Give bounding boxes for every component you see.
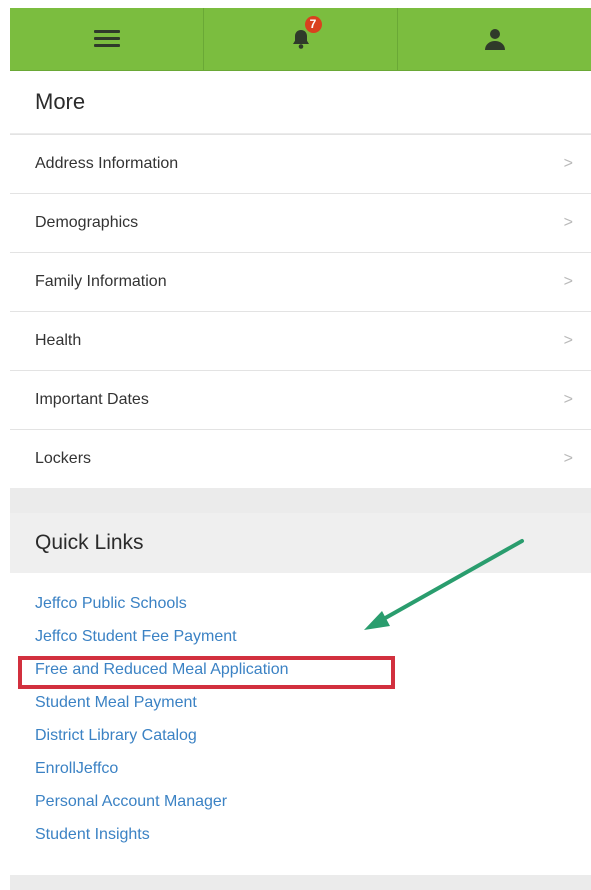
more-section-header: More: [10, 71, 591, 133]
menu-item-address-information[interactable]: Address Information >: [10, 134, 591, 193]
profile-button[interactable]: [397, 8, 591, 70]
link-jeffco-public-schools[interactable]: Jeffco Public Schools: [35, 595, 187, 613]
annotation-arrow-icon: [364, 539, 524, 630]
link-student-meal-payment[interactable]: Student Meal Payment: [35, 694, 197, 712]
app-frame: 7 More Address Information > Demographic…: [10, 8, 591, 890]
hamburger-icon: [93, 30, 120, 48]
chevron-right-icon: >: [563, 155, 573, 172]
menu-button[interactable]: [10, 8, 203, 70]
chevron-right-icon: >: [563, 450, 573, 467]
menu-item-label: Important Dates: [35, 391, 149, 408]
more-menu-list: Address Information > Demographics > Fam…: [10, 134, 591, 488]
chevron-right-icon: >: [563, 332, 573, 349]
highlight-annotation-box: [18, 656, 395, 689]
link-student-insights[interactable]: Student Insights: [35, 826, 150, 844]
top-navigation-bar: 7: [10, 8, 591, 71]
link-jeffco-student-fee-payment[interactable]: Jeffco Student Fee Payment: [35, 628, 237, 646]
menu-item-label: Family Information: [35, 273, 167, 290]
chevron-right-icon: >: [563, 273, 573, 290]
menu-item-label: Demographics: [35, 214, 139, 231]
chevron-right-icon: >: [563, 214, 573, 231]
menu-item-lockers[interactable]: Lockers >: [10, 429, 591, 488]
more-title: More: [35, 89, 86, 114]
bell-icon: 7: [290, 16, 322, 50]
menu-item-family-information[interactable]: Family Information >: [10, 252, 591, 311]
quick-links-title: Quick Links: [35, 531, 144, 554]
menu-item-label: Address Information: [35, 155, 179, 172]
notification-count-badge: 7: [304, 16, 322, 33]
link-personal-account-manager[interactable]: Personal Account Manager: [35, 793, 227, 811]
menu-item-health[interactable]: Health >: [10, 311, 591, 370]
user-icon: [483, 27, 507, 51]
notifications-button[interactable]: 7: [203, 8, 397, 70]
menu-item-important-dates[interactable]: Important Dates >: [10, 370, 591, 429]
chevron-right-icon: >: [563, 391, 573, 408]
link-district-library-catalog[interactable]: District Library Catalog: [35, 727, 197, 745]
menu-item-label: Lockers: [35, 450, 92, 467]
menu-item-demographics[interactable]: Demographics >: [10, 193, 591, 252]
link-enrolljeffco[interactable]: EnrollJeffco: [35, 760, 118, 778]
menu-item-label: Health: [35, 332, 82, 349]
